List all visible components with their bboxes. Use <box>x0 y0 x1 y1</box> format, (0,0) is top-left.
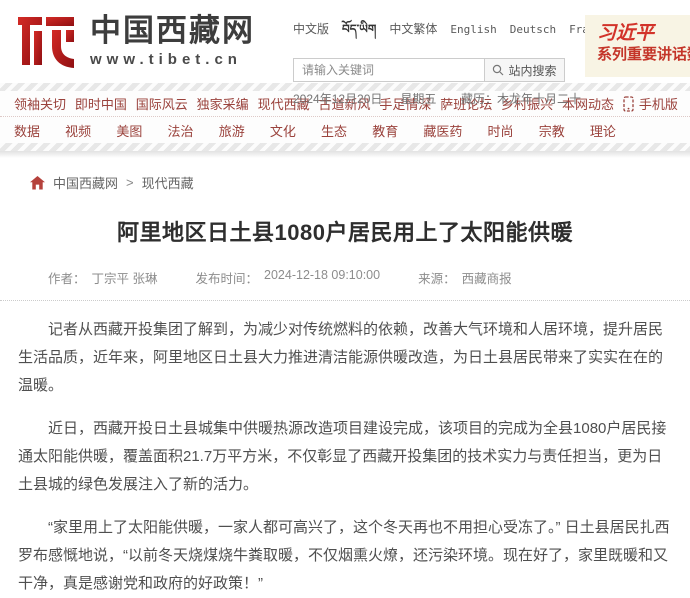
meta-divider <box>0 300 690 301</box>
breadcrumb-separator: > <box>126 175 134 190</box>
meta-time-value: 2024-12-18 09:10:00 <box>264 268 380 287</box>
nav-item-dujiacaibian[interactable]: 独家采编 <box>197 94 249 113</box>
nav-item-mobile-version[interactable]: 手机版 <box>623 94 678 113</box>
nav-item-lvyou[interactable]: 旅游 <box>219 121 245 140</box>
article-title: 阿里地区日土县1080户居民用上了太阳能供暖 <box>18 215 672 247</box>
meta-time-label: 发布时间： <box>196 268 259 287</box>
breadcrumb-home-link[interactable]: 中国西藏网 <box>53 173 118 192</box>
breadcrumb-current-link[interactable]: 现代西藏 <box>142 173 194 192</box>
logo-text: 中国西藏网 www.tibet.cn <box>90 12 255 70</box>
meta-source-value: 西藏商报 <box>462 268 512 287</box>
nav-item-zongjiao[interactable]: 宗教 <box>539 121 565 140</box>
article-paragraph: 记者从西藏开投集团了解到，为减少对传统燃料的依赖，改善大气环境和人居环境，提升居… <box>18 316 672 400</box>
article-paragraph: 近日，西藏开投日土县城集中供暖热源改造项目建设完成，该项目的完成为全县1080户… <box>18 415 672 499</box>
date-text: 2024年12月20日 <box>293 90 382 107</box>
search-button-label: 站内搜索 <box>508 62 556 79</box>
nav-item-guojifengyun[interactable]: 国际风云 <box>136 94 188 113</box>
date-bar: 2024年12月20日 星期五 藏历：木龙年十月二十 <box>293 90 581 107</box>
meta-author: 作者： 丁宗平 张琳 <box>48 268 158 287</box>
lang-zh-cn[interactable]: 中文版 <box>293 20 329 37</box>
tibetan-calendar-text: 藏历：木龙年十月二十 <box>461 90 581 107</box>
nav-item-shuju[interactable]: 数据 <box>14 121 40 140</box>
header-right: 中文版 བོད་ཡིག 中文繁体 English Deutsch Françai… <box>293 16 581 107</box>
article-body: 记者从西藏开投集团了解到，为减少对传统燃料的依赖，改善大气环境和人居环境，提升居… <box>18 316 672 598</box>
promo-line2: 系列重要讲话数 <box>597 45 690 65</box>
lang-tibetan[interactable]: བོད་ཡིག <box>342 16 376 50</box>
weekday-text: 星期五 <box>400 90 436 107</box>
article: 阿里地区日土县1080户居民用上了太阳能供暖 作者： 丁宗平 张琳 发布时间： … <box>0 215 690 598</box>
promo-line1: 习近平 <box>597 23 690 45</box>
breadcrumb: 中国西藏网 > 现代西藏 <box>0 158 690 202</box>
nav-item-shishang[interactable]: 时尚 <box>488 121 514 140</box>
nav-item-meitu[interactable]: 美图 <box>116 121 142 140</box>
tibet-net-emblem-icon <box>14 9 78 73</box>
site-header: 中国西藏网 www.tibet.cn 中文版 བོད་ཡིག 中文繁体 Engl… <box>0 0 690 83</box>
lang-deutsch[interactable]: Deutsch <box>510 23 556 36</box>
lang-zh-tw[interactable]: 中文繁体 <box>389 20 437 37</box>
nav-item-jishizhongguo[interactable]: 即时中国 <box>75 94 127 113</box>
nav-item-fazhi[interactable]: 法治 <box>168 121 194 140</box>
meta-source-label: 来源： <box>418 268 456 287</box>
nav-item-lilun[interactable]: 理论 <box>590 121 616 140</box>
nav-item-jiaoyu[interactable]: 教育 <box>372 121 398 140</box>
site-logo[interactable]: 中国西藏网 www.tibet.cn <box>14 9 255 73</box>
lang-english[interactable]: English <box>450 23 496 36</box>
meta-source: 来源： 西藏商报 <box>418 268 512 287</box>
language-bar: 中文版 བོད་ཡིག 中文繁体 English Deutsch Françai… <box>293 16 581 50</box>
search-input[interactable] <box>294 59 484 81</box>
search-button[interactable]: 站内搜索 <box>484 59 564 81</box>
magnifier-icon <box>492 64 504 76</box>
nav-item-shengtai[interactable]: 生态 <box>321 121 347 140</box>
site-name: 中国西藏网 <box>90 12 255 50</box>
nav-row-2: 数据 视频 美图 法治 旅游 文化 生态 教育 藏医药 时尚 宗教 理论 <box>0 117 690 143</box>
nav-shadow <box>0 151 690 158</box>
article-meta: 作者： 丁宗平 张琳 发布时间： 2024-12-18 09:10:00 来源：… <box>48 268 672 300</box>
nav-item-zangyiyao[interactable]: 藏医药 <box>423 121 462 140</box>
article-paragraph: “家里用上了太阳能供暖，一家人都可高兴了，这个冬天再也不用担心受冻了。” 日土县… <box>18 514 672 598</box>
ornament-strip-bottom <box>0 143 690 151</box>
nav-item-wenhua[interactable]: 文化 <box>270 121 296 140</box>
meta-author-label: 作者： <box>48 268 86 287</box>
meta-author-value: 丁宗平 张琳 <box>92 268 158 287</box>
home-icon[interactable] <box>30 176 45 190</box>
site-search: 站内搜索 <box>293 58 565 82</box>
site-url: www.tibet.cn <box>90 50 255 70</box>
mobile-label: 手机版 <box>639 94 678 113</box>
nav-item-lingxiuguanqie[interactable]: 领袖关切 <box>14 94 66 113</box>
phone-icon <box>623 96 634 112</box>
promo-banner-xi-speeches[interactable]: 习近平 系列重要讲话数 <box>585 15 690 77</box>
nav-item-shipin[interactable]: 视频 <box>65 121 91 140</box>
meta-publish-time: 发布时间： 2024-12-18 09:10:00 <box>196 268 381 287</box>
